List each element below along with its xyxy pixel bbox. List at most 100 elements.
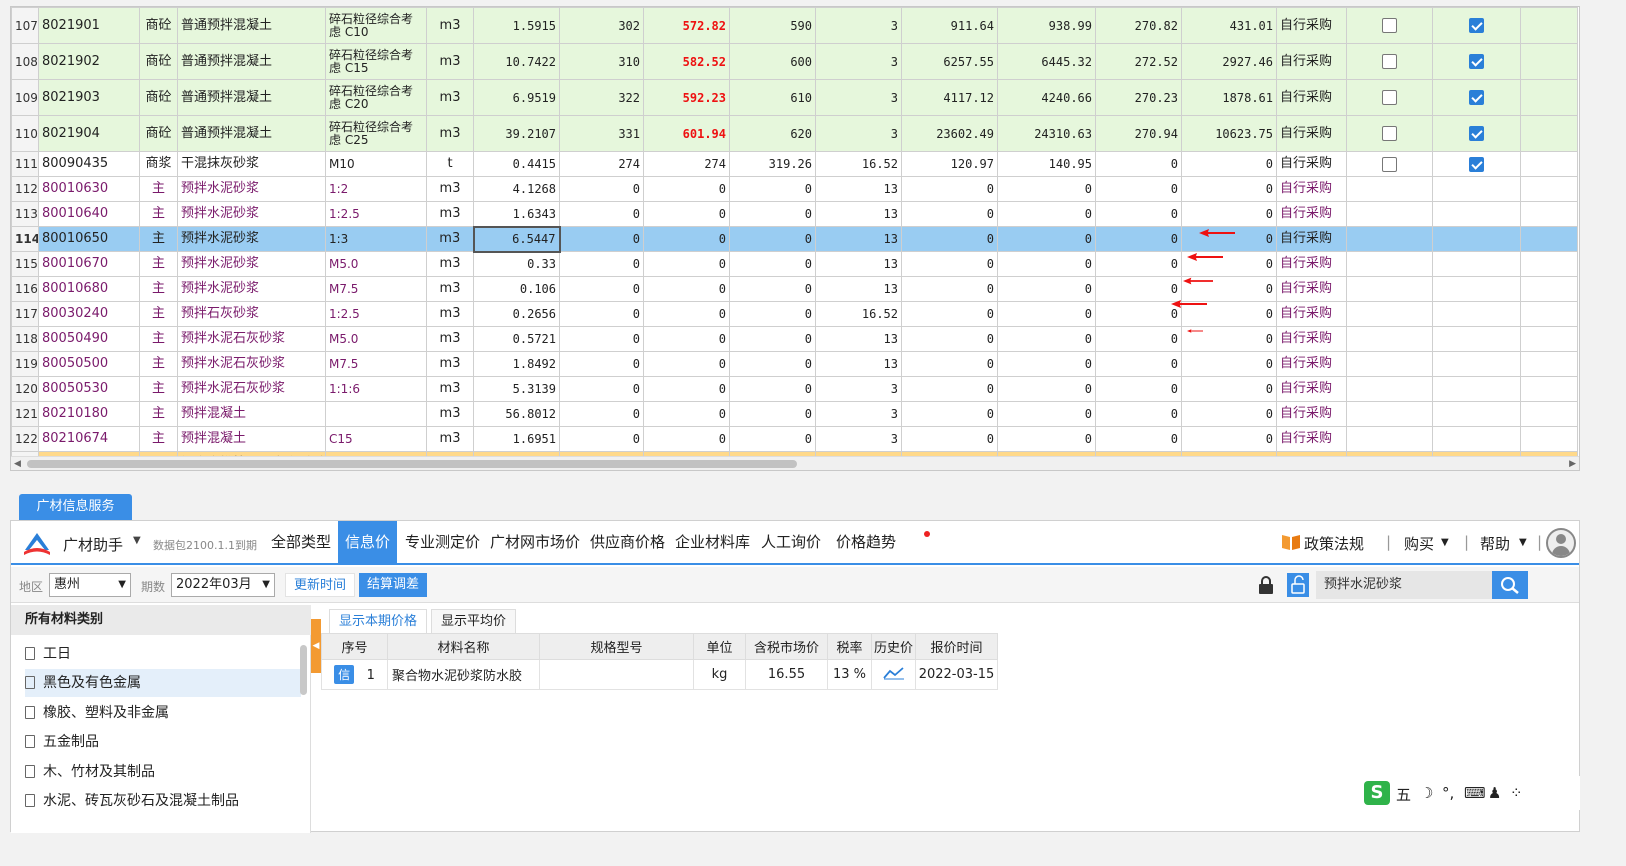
market-price[interactable]: 274 bbox=[643, 151, 730, 177]
diff-total[interactable]: 0 bbox=[1181, 151, 1277, 177]
material-unit[interactable]: m3 bbox=[426, 226, 474, 252]
table-row[interactable]: 110 8021904 商砼 普通预拌混凝土 碎石粒径综合考虑 C25 m3 39.2107… bbox=[11, 115, 1578, 152]
supply-mode[interactable]: 自行采购 bbox=[1276, 115, 1347, 152]
material-spec[interactable]: 碎石粒径综合考虑 C15 bbox=[325, 43, 427, 80]
checkbox-cell[interactable] bbox=[1432, 115, 1521, 152]
row-number[interactable]: 108 bbox=[11, 43, 39, 80]
checkbox-cell[interactable] bbox=[1346, 79, 1433, 116]
checkbox-cell[interactable] bbox=[1346, 301, 1433, 327]
checkbox[interactable] bbox=[1382, 126, 1397, 141]
checkbox[interactable] bbox=[1382, 18, 1397, 33]
checkbox-cell[interactable] bbox=[1432, 79, 1521, 116]
checkbox[interactable] bbox=[1382, 54, 1397, 69]
budget-price[interactable]: 0 bbox=[559, 176, 644, 202]
table-row[interactable]: 109 8021903 商砼 普通预拌混凝土 碎石粒径综合考虑 C20 m3 6.9519 3… bbox=[11, 79, 1578, 116]
quantity[interactable]: 39.2107 bbox=[473, 115, 560, 152]
tax-total[interactable]: 0 bbox=[997, 276, 1096, 302]
quantity[interactable]: 1.6951 bbox=[473, 426, 560, 452]
row-number[interactable]: 118 bbox=[11, 326, 39, 352]
nav-professional-price[interactable]: 专业测定价 bbox=[399, 521, 486, 563]
row-number[interactable]: 122 bbox=[11, 426, 39, 452]
row-number[interactable]: 110 bbox=[11, 115, 39, 152]
checkbox-cell[interactable] bbox=[1432, 301, 1521, 327]
tax-price[interactable]: 0 bbox=[729, 351, 816, 377]
empty-cell[interactable] bbox=[1520, 151, 1578, 177]
diff-total[interactable]: 431.01 bbox=[1181, 7, 1277, 44]
market-total[interactable]: 0 bbox=[901, 301, 998, 327]
checkbox-cell[interactable] bbox=[1346, 251, 1433, 277]
nav-all-types[interactable]: 全部类型 bbox=[265, 521, 337, 563]
avatar[interactable] bbox=[1546, 528, 1576, 558]
supply-mode[interactable]: 自行采购 bbox=[1276, 301, 1347, 327]
tax-price[interactable]: 620 bbox=[729, 115, 816, 152]
col-header[interactable]: 规格型号 bbox=[539, 633, 694, 660]
checkbox-cell[interactable] bbox=[1432, 326, 1521, 352]
category-item[interactable]: 五金制品 bbox=[25, 728, 301, 756]
diff-total[interactable]: 0 bbox=[1181, 201, 1277, 227]
search-input[interactable] bbox=[1316, 571, 1492, 599]
checkbox-cell[interactable] bbox=[1346, 401, 1433, 427]
material-name[interactable]: 预拌水泥砂浆 bbox=[177, 226, 326, 252]
category-item[interactable]: 黑色及有色金属 bbox=[25, 669, 301, 697]
checkbox-cell[interactable] bbox=[1432, 426, 1521, 452]
checkbox[interactable] bbox=[1469, 126, 1484, 141]
price-diff[interactable]: 0 bbox=[1095, 326, 1182, 352]
material-name[interactable]: 普通预拌混凝土 bbox=[177, 79, 326, 116]
nav-supplier-price[interactable]: 供应商价格 bbox=[584, 521, 671, 563]
tax-rate[interactable]: 13 bbox=[815, 226, 902, 252]
checkbox[interactable] bbox=[1469, 90, 1484, 105]
material-name[interactable]: 预拌水泥砂浆 bbox=[177, 251, 326, 277]
market-total[interactable]: 0 bbox=[901, 176, 998, 202]
market-price[interactable]: 0 bbox=[643, 326, 730, 352]
material-spec[interactable]: 1:3 bbox=[325, 226, 427, 252]
table-row[interactable]: 114 80010650 主预拌水泥砂浆 1:3 m3 6.5447 0 0 0 13 0 0 0 0 自行… bbox=[11, 225, 1578, 253]
buy-menu[interactable]: 购买 bbox=[1404, 533, 1434, 554]
budget-price[interactable]: 302 bbox=[559, 7, 644, 44]
tax-rate[interactable]: 16.52 bbox=[815, 151, 902, 177]
tax-total[interactable]: 6445.32 bbox=[997, 43, 1096, 80]
market-total[interactable]: 6257.55 bbox=[901, 43, 998, 80]
supply-mode[interactable]: 自行采购 bbox=[1276, 326, 1347, 352]
quantity[interactable]: 10.7422 bbox=[473, 43, 560, 80]
market-price[interactable]: 592.23 bbox=[643, 79, 730, 116]
empty-cell[interactable] bbox=[1520, 376, 1578, 402]
market-price[interactable]: 0 bbox=[643, 226, 730, 252]
checkbox-cell[interactable] bbox=[1432, 7, 1521, 44]
table-row[interactable]: 122 80210674 主预拌混凝土 C15 m3 1.6951 0 0 0 3 0 0 0 0 自行采购 bbox=[11, 426, 1578, 452]
material-code[interactable]: 80030240 bbox=[38, 301, 140, 327]
quantity[interactable]: 56.8012 bbox=[473, 401, 560, 427]
market-price[interactable]: 582.52 bbox=[643, 43, 730, 80]
checkbox[interactable] bbox=[1469, 156, 1484, 172]
tax-rate[interactable]: 13 bbox=[815, 351, 902, 377]
diff-total[interactable]: 0 bbox=[1181, 426, 1277, 452]
material-code[interactable]: 80050490 bbox=[38, 326, 140, 352]
chevron-down-icon[interactable]: ▼ bbox=[1441, 537, 1449, 548]
tax-total[interactable]: 0 bbox=[997, 226, 1096, 252]
checkbox[interactable] bbox=[1469, 54, 1484, 69]
checkbox-cell[interactable] bbox=[1432, 376, 1521, 402]
nav-market-price[interactable]: 广材网市场价 bbox=[484, 521, 586, 563]
price-diff[interactable]: 0 bbox=[1095, 351, 1182, 377]
budget-price[interactable]: 0 bbox=[559, 376, 644, 402]
table-row[interactable]: 117 80030240 主预拌石灰砂浆 1:2.5 m3 0.2656 0 0 0 16.52 0… bbox=[11, 301, 1578, 327]
material-unit[interactable]: m3 bbox=[426, 301, 474, 327]
trend-chart-icon[interactable] bbox=[882, 666, 905, 680]
market-price[interactable]: 0 bbox=[643, 376, 730, 402]
market-price[interactable]: 0 bbox=[643, 426, 730, 452]
row-number[interactable]: 107 bbox=[11, 7, 39, 44]
material-code[interactable]: 8021903 bbox=[38, 79, 140, 116]
tax-rate[interactable]: 13 bbox=[815, 276, 902, 302]
material-name[interactable]: 普通预拌混凝土 bbox=[177, 115, 326, 152]
checkbox-cell[interactable] bbox=[1432, 151, 1521, 177]
quantity[interactable]: 0.33 bbox=[473, 251, 560, 277]
tax-rate[interactable]: 13 bbox=[815, 326, 902, 352]
market-total[interactable]: 0 bbox=[901, 351, 998, 377]
table-row[interactable]: 111 80090435 商浆 干混抹灰砂浆 M10 t 0.4415 274 274 319.2… bbox=[11, 151, 1578, 177]
market-price[interactable]: 0 bbox=[643, 401, 730, 427]
help-menu[interactable]: 帮助 bbox=[1480, 533, 1510, 554]
material-type[interactable]: 商砼 bbox=[139, 43, 178, 80]
table-row[interactable]: 107 8021901 商砼 普通预拌混凝土 碎石粒径综合考虑 C10 m3 1.5915 3… bbox=[11, 7, 1578, 44]
settle-adjust-button[interactable]: 结算调差 bbox=[359, 573, 428, 597]
tax-total[interactable]: 0 bbox=[997, 351, 1096, 377]
price-diff[interactable]: 0 bbox=[1095, 426, 1182, 452]
